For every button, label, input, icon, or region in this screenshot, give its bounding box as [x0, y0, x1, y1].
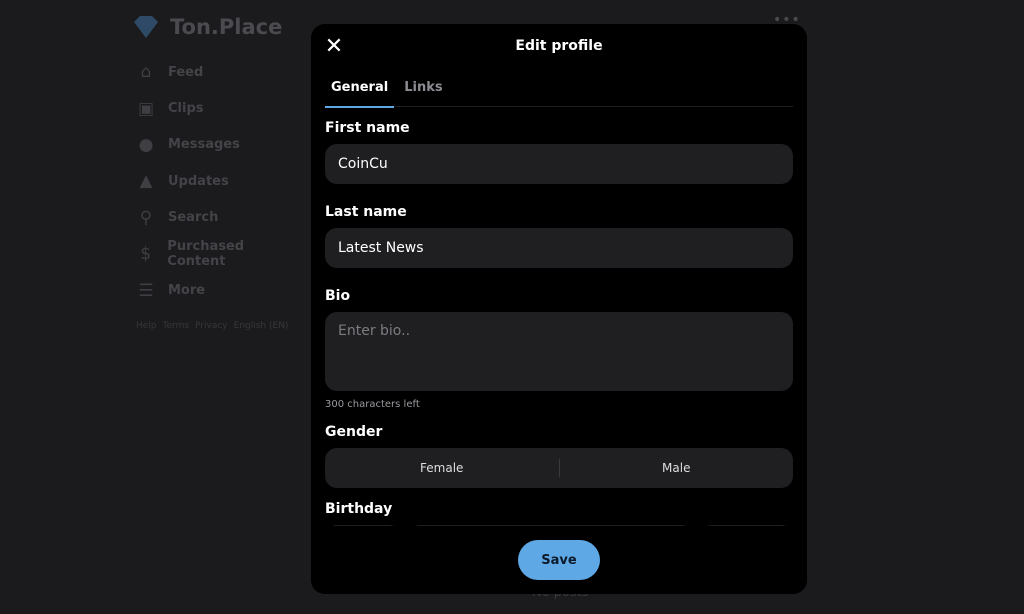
bio-char-count: 300 characters left: [325, 399, 420, 410]
gender-label: Gender: [325, 424, 383, 440]
menu-icon: ☰: [138, 280, 154, 301]
sidebar-item-search[interactable]: ⚲ Search: [132, 200, 302, 236]
brand-name: Ton.Place: [170, 15, 283, 39]
tab-general[interactable]: General: [325, 74, 395, 108]
birthday-label: Birthday: [325, 501, 393, 517]
terms-link[interactable]: Terms: [163, 321, 190, 331]
first-name-input[interactable]: CoinCu: [325, 144, 793, 184]
diamond-logo-icon: [134, 16, 158, 38]
gender-male[interactable]: Male: [560, 461, 794, 475]
chat-icon: ●: [138, 134, 154, 155]
bio-input[interactable]: Enter bio..: [325, 312, 793, 391]
bio-label: Bio: [325, 288, 351, 304]
language-link[interactable]: English (EN): [234, 321, 289, 331]
sidebar-item-messages[interactable]: ● Messages: [132, 127, 302, 163]
gender-female[interactable]: Female: [325, 461, 559, 475]
logo[interactable]: Ton.Place: [132, 10, 302, 44]
nav-label: More: [168, 283, 206, 299]
clips-icon: ▣: [137, 98, 155, 119]
first-name-label: First name: [325, 120, 410, 136]
modal-title: Edit profile: [515, 38, 603, 54]
save-button[interactable]: Save: [518, 540, 600, 580]
nav-label: Clips: [168, 101, 204, 117]
search-icon: ⚲: [139, 207, 153, 228]
sidebar: Ton.Place ⌂ Feed ▣ Clips ● Messages ▲ Update…: [132, 10, 302, 331]
nav-label: Feed: [168, 64, 204, 80]
privacy-link[interactable]: Privacy: [195, 321, 228, 331]
nav-label: Updates: [168, 173, 229, 189]
gender-selector: Female Male: [325, 448, 793, 488]
edit-profile-modal: ✕ Edit profile General Links First name …: [311, 24, 807, 594]
last-name-label: Last name: [325, 204, 407, 220]
tab-links[interactable]: Links: [398, 74, 448, 107]
sidebar-item-feed[interactable]: ⌂ Feed: [132, 54, 302, 90]
nav-label: Messages: [168, 137, 240, 153]
bell-icon: ▲: [139, 171, 153, 192]
nav-label: Search: [168, 210, 219, 226]
sidebar-item-purchased[interactable]: $ Purchased Content: [132, 236, 302, 272]
nav-label: Purchased Content: [167, 239, 245, 270]
dollar-icon: $: [140, 244, 152, 265]
last-name-input[interactable]: Latest News: [325, 228, 793, 268]
sidebar-item-updates[interactable]: ▲ Updates: [132, 163, 302, 199]
sidebar-item-more[interactable]: ☰ More: [132, 272, 302, 308]
help-link[interactable]: Help: [136, 321, 157, 331]
home-icon: ⌂: [140, 62, 152, 83]
sidebar-item-clips[interactable]: ▣ Clips: [132, 90, 302, 126]
